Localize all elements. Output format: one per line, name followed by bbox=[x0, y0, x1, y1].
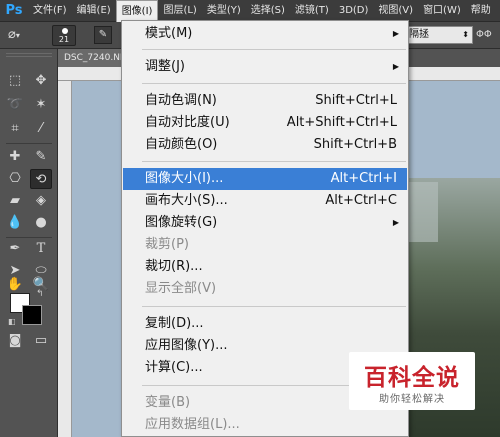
menu-item-canvas-size[interactable]: 画布大小(S)... Alt+Ctrl+C bbox=[123, 190, 407, 212]
document-tab[interactable]: DSC_7240.NEF bbox=[58, 49, 122, 67]
pen-tool-icon[interactable]: ✒ bbox=[4, 239, 26, 259]
menu-3d[interactable]: 3D(D) bbox=[334, 0, 374, 22]
menu-separator bbox=[142, 306, 406, 307]
menu-window[interactable]: 窗口(W) bbox=[418, 0, 466, 22]
spot-healing-tool-icon[interactable]: ✚ bbox=[4, 147, 26, 167]
history-brush-tool-icon[interactable]: ⟲ bbox=[30, 169, 52, 189]
submenu-arrow-icon: ▶ bbox=[392, 218, 399, 227]
menu-item-label: 裁切(R)... bbox=[145, 259, 203, 274]
menu-separator bbox=[142, 83, 406, 84]
menu-item-label: 应用数据组(L)... bbox=[145, 417, 240, 432]
menu-item-label: 计算(C)... bbox=[145, 360, 203, 375]
menu-item-trim[interactable]: 裁切(R)... bbox=[123, 256, 407, 278]
menu-layer[interactable]: 图层(L) bbox=[158, 0, 201, 22]
menu-item-label: 模式(M) bbox=[145, 26, 193, 41]
menu-item-auto-tone[interactable]: 自动色调(N) Shift+Ctrl+L bbox=[123, 90, 407, 112]
menu-help[interactable]: 帮助 bbox=[466, 0, 496, 22]
eraser-tool-icon[interactable]: ▰ bbox=[4, 191, 26, 211]
menu-filter[interactable]: 滤镜(T) bbox=[290, 0, 334, 22]
menu-type[interactable]: 类型(Y) bbox=[202, 0, 246, 22]
lasso-tool-icon[interactable]: ➰ bbox=[4, 95, 26, 115]
blur-tool-icon[interactable]: 💧 bbox=[4, 213, 26, 233]
brush-tool-icon[interactable]: ✎ bbox=[30, 147, 52, 167]
menu-item-label: 自动对比度(U) bbox=[145, 115, 230, 130]
menu-item-mode[interactable]: 模式(M) ▶ bbox=[123, 23, 407, 45]
menu-item-label: 变量(B) bbox=[145, 395, 191, 410]
brush-panel-toggle[interactable]: ✎ bbox=[94, 26, 112, 44]
panel-grip[interactable] bbox=[6, 53, 52, 57]
brush-panel-icon: ✎ bbox=[98, 29, 108, 40]
menu-item-label: 显示全部(V) bbox=[145, 281, 217, 296]
menu-item-label: 画布大小(S)... bbox=[145, 193, 228, 208]
menu-item-crop: 裁剪(P) bbox=[123, 234, 407, 256]
watermark-logo: 百科全说 助你轻松解决 bbox=[349, 352, 475, 410]
menu-item-auto-color[interactable]: 自动颜色(O) Shift+Ctrl+B bbox=[123, 134, 407, 156]
menu-file[interactable]: 文件(F) bbox=[28, 0, 72, 22]
dodge-tool-icon[interactable]: ● bbox=[30, 213, 52, 233]
menu-item-label: 应用图像(Y)... bbox=[145, 338, 228, 353]
submenu-arrow-icon: ▶ bbox=[392, 62, 399, 71]
marquee-tool-icon[interactable]: ⬚ bbox=[4, 71, 26, 91]
chevron-down-icon: ▾ bbox=[15, 31, 20, 40]
select-arrow-icon: ⬍ bbox=[462, 30, 469, 39]
blend-mode-value: 隔拯 bbox=[409, 29, 429, 40]
move-tool-icon[interactable]: ✥ bbox=[30, 71, 52, 91]
menu-bar: Ps 文件(F) 编辑(E) 图像(I) 图层(L) 类型(Y) 选择(S) 滤… bbox=[0, 0, 500, 22]
menu-edit[interactable]: 编辑(E) bbox=[72, 0, 116, 22]
photoshop-logo: Ps bbox=[5, 3, 23, 18]
menu-item-label: 自动色调(N) bbox=[145, 93, 217, 108]
menu-item-shortcut: Alt+Ctrl+C bbox=[325, 193, 397, 208]
crop-tool-icon[interactable]: ⌗ bbox=[4, 119, 26, 139]
menu-item-duplicate[interactable]: 复制(D)... bbox=[123, 313, 407, 335]
menu-view[interactable]: 视图(V) bbox=[373, 0, 418, 22]
default-colors-icon[interactable]: ◧ bbox=[8, 317, 16, 326]
tool-preset-picker[interactable]: ⌀▾ bbox=[8, 27, 42, 45]
watermark-subtitle: 助你轻松解决 bbox=[379, 394, 445, 405]
menu-item-label: 自动颜色(O) bbox=[145, 137, 218, 152]
swap-colors-icon[interactable]: ↰ bbox=[36, 289, 44, 299]
brush-tip-icon bbox=[62, 28, 68, 34]
menu-item-shortcut: Alt+Shift+Ctrl+L bbox=[286, 115, 397, 130]
menu-item-apply-data-set: 应用数据组(L)... bbox=[123, 414, 407, 436]
menu-item-reveal-all: 显示全部(V) bbox=[123, 278, 407, 300]
magic-wand-tool-icon[interactable]: ✶ bbox=[30, 95, 52, 115]
healing-brush-icon: ⌀ bbox=[8, 27, 16, 42]
watermark-title: 百科全说 bbox=[364, 365, 460, 391]
menu-item-label: 调整(J) bbox=[145, 59, 185, 74]
menu-item-image-rotation[interactable]: 图像旋转(G) ▶ bbox=[123, 212, 407, 234]
paint-bucket-tool-icon[interactable]: ◈ bbox=[30, 191, 52, 211]
quick-mask-icon[interactable]: ◙ bbox=[4, 331, 26, 351]
vertical-ruler bbox=[58, 81, 72, 437]
menu-item-label: 图像大小(I)... bbox=[145, 171, 224, 186]
menu-separator bbox=[142, 49, 406, 50]
options-field[interactable]: ΦΦ bbox=[476, 26, 500, 44]
menu-item-shortcut: Shift+Ctrl+L bbox=[315, 93, 397, 108]
blend-mode-select[interactable]: 隔拯 ⬍ bbox=[405, 26, 473, 44]
brush-size-value: 21 bbox=[58, 35, 70, 44]
menu-separator bbox=[142, 161, 406, 162]
menu-item-adjustments[interactable]: 调整(J) ▶ bbox=[123, 56, 407, 78]
submenu-arrow-icon: ▶ bbox=[392, 29, 399, 38]
background-color-swatch[interactable] bbox=[22, 305, 42, 325]
menu-item-label: 复制(D)... bbox=[145, 316, 204, 331]
tool-separator bbox=[6, 237, 52, 238]
menu-image[interactable]: 图像(I) bbox=[115, 0, 159, 22]
menu-item-label: 图像旋转(G) bbox=[145, 215, 218, 230]
menu-item-auto-contrast[interactable]: 自动对比度(U) Alt+Shift+Ctrl+L bbox=[123, 112, 407, 134]
hand-tool-icon[interactable]: ✋ bbox=[4, 275, 26, 295]
type-tool-icon[interactable]: T bbox=[30, 239, 52, 259]
tools-panel: ⬚ ✥ ➰ ✶ ⌗ ⁄ ✚ ✎ ⎔ ⟲ ▰ ◈ 💧 ● ✒ T ➤ ⬭ ✋ 🔍 … bbox=[0, 49, 58, 437]
eyedropper-tool-icon[interactable]: ⁄ bbox=[30, 119, 52, 139]
screen-mode-icon[interactable]: ▭ bbox=[30, 331, 52, 351]
tool-separator bbox=[6, 143, 52, 144]
menu-item-shortcut: Shift+Ctrl+B bbox=[313, 137, 397, 152]
brush-size-picker[interactable]: 21 bbox=[52, 25, 76, 46]
menu-item-label: 裁剪(P) bbox=[145, 237, 189, 252]
menu-item-image-size[interactable]: 图像大小(I)... Alt+Ctrl+I bbox=[123, 168, 407, 190]
clone-stamp-tool-icon[interactable]: ⎔ bbox=[4, 169, 26, 189]
menu-item-shortcut: Alt+Ctrl+I bbox=[330, 171, 397, 186]
menu-select[interactable]: 选择(S) bbox=[246, 0, 290, 22]
